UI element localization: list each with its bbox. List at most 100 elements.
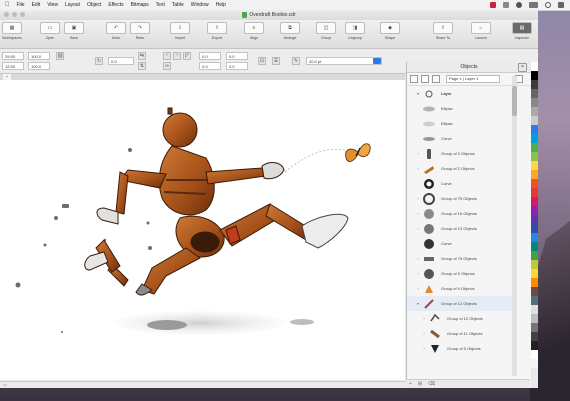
list-item[interactable]: › Group of 75 Objects	[407, 251, 517, 266]
palette-swatch[interactable]	[531, 287, 538, 296]
chevron-down-icon[interactable]: ▾	[415, 91, 421, 96]
menu-window[interactable]: Window	[191, 2, 209, 8]
corner-link-icon[interactable]: ∞	[163, 62, 171, 70]
shadow-spot-left[interactable]	[147, 320, 187, 330]
save-button[interactable]: ▣ Save	[64, 22, 84, 40]
palette-swatch[interactable]	[531, 89, 538, 98]
lock-ratio-icon[interactable]: ⛓	[56, 52, 64, 60]
menu-help[interactable]: Help	[216, 2, 226, 8]
page-select[interactable]: Page 1 | Layer 1	[446, 75, 500, 83]
palette-swatch[interactable]	[531, 296, 538, 305]
palette-swatch[interactable]	[531, 350, 538, 359]
width-field[interactable]: 100.0	[28, 52, 50, 60]
palette-swatch[interactable]	[531, 197, 538, 206]
palette-swatch[interactable]	[531, 314, 538, 323]
palette-swatch[interactable]	[531, 332, 538, 341]
palette-swatch[interactable]	[531, 188, 538, 197]
palette-swatch[interactable]	[531, 224, 538, 233]
wifi-icon[interactable]	[516, 2, 522, 8]
new-master-layer-icon[interactable]: ⊞	[418, 381, 422, 387]
mirror-h-icon[interactable]: ⇆	[138, 52, 146, 60]
menu-file[interactable]: File	[17, 2, 25, 8]
menu-object[interactable]: Object	[87, 2, 101, 8]
scrollbar-thumb[interactable]	[512, 86, 517, 116]
menu-layout[interactable]: Layout	[65, 2, 80, 8]
butterfly-illustration[interactable]	[345, 143, 371, 162]
outline-width-select[interactable]: 20.0 pt	[306, 57, 382, 65]
palette-swatch[interactable]	[531, 134, 538, 143]
docker-scrollbar[interactable]	[512, 76, 517, 376]
corner-br-field[interactable]: 0.0	[226, 62, 248, 70]
current-page-icon[interactable]	[432, 75, 440, 83]
palette-swatch[interactable]	[531, 62, 538, 71]
rotate-icon[interactable]: ↻	[95, 57, 103, 65]
redo-button[interactable]: ↷ Redo	[130, 22, 150, 40]
list-item[interactable]: › Group of 16 Objects	[407, 206, 517, 221]
apple-menu-icon[interactable]: 	[5, 2, 10, 8]
open-button[interactable]: ▭ Open	[40, 22, 60, 40]
list-item[interactable]: Ellipse	[407, 101, 517, 116]
robot-illustration[interactable]	[84, 107, 349, 296]
list-item[interactable]: Ellipse	[407, 116, 517, 131]
palette-swatch[interactable]	[531, 269, 538, 278]
export-button[interactable]: ⇧ Export	[207, 22, 227, 40]
minimize-window-button[interactable]	[12, 12, 17, 17]
palette-swatch[interactable]	[531, 359, 538, 368]
undo-button[interactable]: ↶ Undo	[106, 22, 126, 40]
menu-text[interactable]: Text	[156, 2, 165, 8]
wrap-text-icon[interactable]: ⌸	[272, 57, 280, 65]
list-item[interactable]: › Group of 12 Objects	[407, 311, 523, 326]
palette-swatch[interactable]	[531, 206, 538, 215]
corner-round-icon[interactable]: ◜	[163, 52, 171, 60]
bluetooth-icon[interactable]	[503, 2, 509, 8]
palette-swatch[interactable]	[531, 215, 538, 224]
palette-swatch[interactable]	[531, 80, 538, 89]
zoom-window-button[interactable]	[20, 12, 25, 17]
height-field[interactable]: 100.0	[28, 62, 50, 70]
list-item[interactable]: Curve	[407, 131, 517, 146]
list-item[interactable]: › Group of 9 Objects	[407, 281, 517, 296]
new-layer-icon[interactable]: +	[409, 381, 412, 387]
list-item[interactable]: › Group of 5 Objects	[407, 266, 517, 281]
list-item[interactable]: › Group of 3 Objects	[407, 146, 517, 161]
shadow-spot-right[interactable]	[290, 319, 314, 325]
menu-effects[interactable]: Effects	[108, 2, 123, 8]
ground-shadow[interactable]	[114, 311, 286, 335]
palette-swatch[interactable]	[531, 260, 538, 269]
x-position-field[interactable]: 29.50	[2, 52, 24, 60]
palette-swatch[interactable]	[531, 116, 538, 125]
palette-swatch[interactable]	[531, 125, 538, 134]
palette-swatch[interactable]	[531, 179, 538, 188]
ungroup-button[interactable]: ◨ Ungroup	[345, 22, 365, 40]
palette-swatch[interactable]	[531, 278, 538, 287]
corner-scallop-icon[interactable]: ◝	[173, 52, 181, 60]
close-icon[interactable]: ×	[518, 63, 527, 72]
palette-swatch[interactable]	[531, 242, 538, 251]
list-item[interactable]: Curve	[407, 236, 517, 251]
app-status-icon[interactable]	[490, 2, 496, 8]
palette-swatch[interactable]	[531, 71, 538, 80]
relative-scale-icon[interactable]: ⊡	[258, 57, 266, 65]
corner-bl-field[interactable]: 0.0	[199, 62, 221, 70]
y-position-field[interactable]: 12.50	[2, 62, 24, 70]
palette-swatch[interactable]	[531, 161, 538, 170]
layer-row[interactable]: ▾ Layer	[407, 86, 517, 101]
palette-swatch[interactable]	[531, 251, 538, 260]
palette-swatch[interactable]	[531, 323, 538, 332]
group-button[interactable]: ◫ Group	[316, 22, 336, 40]
view-mode-icon[interactable]	[410, 75, 418, 83]
notifications-icon[interactable]	[558, 2, 564, 8]
palette-swatch[interactable]	[531, 341, 538, 350]
launch-button[interactable]: ⌂ Launch	[471, 22, 491, 40]
search-icon[interactable]	[545, 2, 551, 8]
palette-swatch[interactable]	[531, 152, 538, 161]
layer-manager-icon[interactable]	[421, 75, 429, 83]
import-button[interactable]: ⇩ Import	[170, 22, 190, 40]
palette-swatch[interactable]	[531, 143, 538, 152]
list-item[interactable]: Curve	[407, 176, 517, 191]
palette-swatch[interactable]	[531, 233, 538, 242]
align-button[interactable]: ≡ Align	[244, 22, 264, 40]
corner-tl-field[interactable]: 0.0	[199, 52, 221, 60]
close-window-button[interactable]	[4, 12, 9, 17]
menu-view[interactable]: View	[47, 2, 58, 8]
